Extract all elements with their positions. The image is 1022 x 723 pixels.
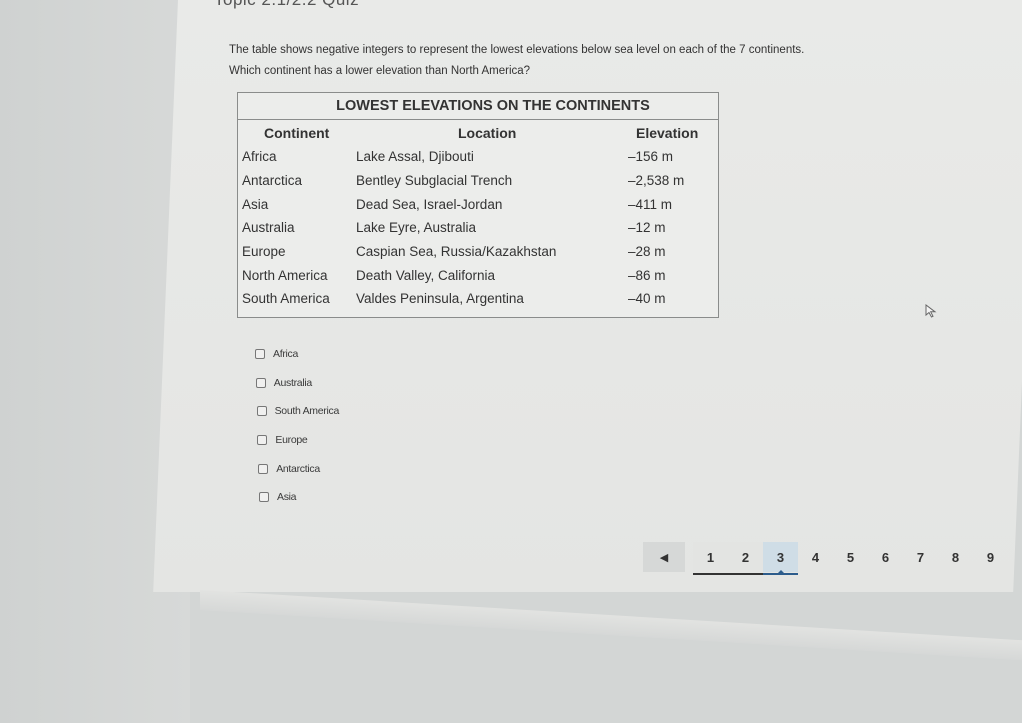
cell-elevation: –156 m bbox=[628, 149, 674, 165]
cell-location: Caspian Sea, Russia/Kazakhstan bbox=[356, 244, 557, 260]
cell-location: Bentley Subglacial Trench bbox=[356, 173, 513, 189]
cell-elevation: –40 m bbox=[628, 291, 666, 307]
question-pager: ◀ 123456789 bbox=[643, 542, 1008, 575]
cell-elevation: –28 m bbox=[628, 244, 666, 260]
page-button-7[interactable]: 7 bbox=[903, 542, 938, 572]
option-label: Antarctica bbox=[276, 462, 320, 475]
header-location: Location bbox=[458, 124, 517, 141]
answer-option[interactable]: South America bbox=[256, 397, 340, 426]
mouse-cursor-icon bbox=[925, 304, 937, 318]
table-row: Australia Lake Eyre, Australia –12 m bbox=[238, 216, 718, 240]
checkbox[interactable] bbox=[257, 435, 268, 446]
quiz-title: Topic 2.1/2.2 Quiz bbox=[214, 0, 359, 10]
answer-option[interactable]: Europe bbox=[257, 426, 339, 455]
cell-location: Death Valley, California bbox=[356, 267, 496, 283]
page-button-6[interactable]: 6 bbox=[868, 542, 903, 572]
table-row: Asia Dead Sea, Israel-Jordan –411 m bbox=[238, 192, 718, 216]
page-list: 123456789 bbox=[693, 542, 1008, 575]
checkbox[interactable] bbox=[255, 349, 265, 360]
page-button-8[interactable]: 8 bbox=[938, 542, 973, 572]
checkbox[interactable] bbox=[258, 463, 269, 474]
answer-option[interactable]: Australia bbox=[255, 369, 339, 398]
page-button-2[interactable]: 2 bbox=[728, 542, 763, 575]
cell-continent: Africa bbox=[242, 149, 277, 165]
page-button-5[interactable]: 5 bbox=[833, 542, 868, 572]
cell-elevation: –86 m bbox=[628, 267, 666, 283]
option-label: Australia bbox=[273, 376, 312, 389]
table-row: North America Death Valley, California –86… bbox=[238, 263, 718, 287]
header-elevation: Elevation bbox=[636, 124, 699, 141]
question-line-2: Which continent has a lower elevation th… bbox=[229, 65, 531, 77]
table-body: Africa Lake Assal, Djibouti –156 m Antarcti… bbox=[238, 145, 718, 311]
page-button-3[interactable]: 3 bbox=[763, 542, 798, 575]
quiz-content: Topic 2.1/2.2 Quiz The table shows negat… bbox=[0, 0, 1022, 723]
option-label: South America bbox=[274, 405, 340, 418]
cell-location: Lake Eyre, Australia bbox=[356, 220, 477, 236]
header-continent: Continent bbox=[264, 124, 330, 141]
elevations-table: LOWEST ELEVATIONS ON THE CONTINENTS Cont… bbox=[237, 92, 719, 318]
table-row: Europe Caspian Sea, Russia/Kazakhstan –28 … bbox=[238, 240, 718, 264]
checkbox[interactable] bbox=[256, 406, 267, 417]
answer-options: Africa Australia South America Europe Antarc… bbox=[255, 340, 339, 512]
question-line-1: The table shows negative integers to rep… bbox=[229, 44, 805, 56]
option-label: Africa bbox=[273, 348, 299, 361]
checkbox[interactable] bbox=[259, 492, 269, 503]
option-label: Europe bbox=[275, 434, 308, 447]
answer-option[interactable]: Africa bbox=[255, 340, 339, 369]
cell-elevation: –2,538 m bbox=[628, 173, 685, 189]
cell-continent: Asia bbox=[242, 196, 269, 212]
cell-location: Lake Assal, Djibouti bbox=[356, 149, 474, 165]
cell-elevation: –12 m bbox=[628, 220, 666, 236]
answer-option[interactable]: Asia bbox=[259, 483, 339, 512]
page-button-1[interactable]: 1 bbox=[693, 542, 728, 575]
page-button-9[interactable]: 9 bbox=[973, 542, 1008, 572]
option-label: Asia bbox=[277, 491, 297, 504]
cell-continent: North America bbox=[242, 267, 328, 283]
cell-location: Dead Sea, Israel-Jordan bbox=[356, 196, 503, 212]
previous-question-button[interactable]: ◀ bbox=[643, 542, 685, 572]
page-button-4[interactable]: 4 bbox=[798, 542, 833, 572]
triangle-left-icon: ◀ bbox=[659, 551, 669, 564]
cell-continent: Europe bbox=[242, 244, 286, 260]
table-row: Antarctica Bentley Subglacial Trench –2,53… bbox=[238, 169, 718, 193]
cell-continent: South America bbox=[242, 291, 330, 307]
table-header-row: Continent Location Elevation bbox=[238, 120, 718, 145]
cell-continent: Antarctica bbox=[242, 173, 303, 189]
answer-option[interactable]: Antarctica bbox=[258, 454, 339, 483]
table-row: South America Valdes Peninsula, Argentina… bbox=[238, 287, 718, 311]
checkbox[interactable] bbox=[255, 377, 266, 388]
cell-location: Valdes Peninsula, Argentina bbox=[356, 291, 524, 307]
question-text: The table shows negative integers to rep… bbox=[229, 40, 804, 82]
table-title: LOWEST ELEVATIONS ON THE CONTINENTS bbox=[238, 93, 718, 120]
table-row: Africa Lake Assal, Djibouti –156 m bbox=[238, 145, 718, 169]
cell-elevation: –411 m bbox=[628, 196, 673, 212]
cell-continent: Australia bbox=[242, 220, 295, 236]
